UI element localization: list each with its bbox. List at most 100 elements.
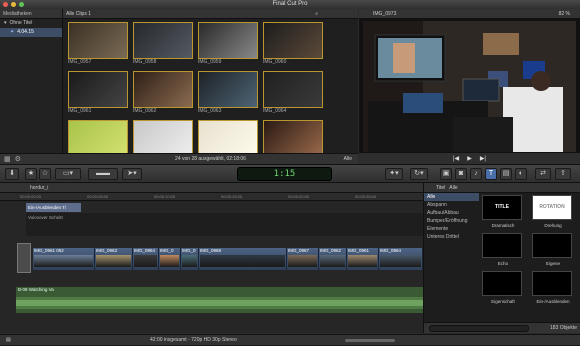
clip-thumbnail[interactable]: IMG_0958 xyxy=(133,22,193,65)
storyline-clip-thumbnail xyxy=(134,255,157,267)
clip-image xyxy=(68,120,128,157)
clip-thumbnail[interactable]: IMG_0963 xyxy=(198,71,258,114)
title-template[interactable]: Eigenschaft xyxy=(482,271,522,304)
clip-thumbnail[interactable]: IMG_0961 xyxy=(68,71,128,114)
storyline-clip[interactable]: IMG_0 xyxy=(181,248,199,270)
storyline-clip[interactable]: IMG_0963 xyxy=(95,248,133,270)
storyline-clip[interactable]: IMG_0964 xyxy=(379,248,423,270)
clip-thumbnail[interactable]: IMG_0964 xyxy=(263,71,323,114)
title-bar: Final Cut Pro xyxy=(0,0,580,9)
photos-icon[interactable]: ◙ xyxy=(455,168,467,180)
storyline-clip[interactable]: IMG_0 xyxy=(159,248,181,270)
disclosure-triangle-icon[interactable]: ▾ xyxy=(4,19,7,28)
music-icon[interactable]: ♪ xyxy=(470,168,482,180)
filmstrip-icon[interactable]: ▦ xyxy=(4,155,11,163)
search-field[interactable] xyxy=(429,325,529,332)
storyline-clip-label: IMG_0964 xyxy=(134,248,156,253)
storyline-clip-label: IMG_0962 xyxy=(320,248,342,253)
timeline-header: hordur_i xyxy=(0,183,423,193)
titles-category-item[interactable]: Aufbau/Abbau xyxy=(424,209,479,217)
titles-filter[interactable]: Alle xyxy=(449,183,457,192)
storyline-clip[interactable]: IMG_0961 062 xyxy=(33,248,95,270)
titles-category-item[interactable]: Bumper/Eröffnung xyxy=(424,217,479,225)
title-template-caption: Eigene xyxy=(545,261,560,266)
edit-mode-icon[interactable]: ▭▾ xyxy=(55,168,81,180)
title-template[interactable]: Eigene xyxy=(532,233,572,266)
clip-filter-label[interactable]: Alle Clips xyxy=(66,11,87,17)
title-template-caption: Drehung xyxy=(544,223,562,228)
gear-icon[interactable]: ⚙ xyxy=(15,155,21,163)
library-item[interactable]: ▾ Ohne Titel xyxy=(0,19,62,28)
title-template-caption: Echo xyxy=(497,261,509,266)
timeline-index-icon[interactable]: ▤ xyxy=(6,335,11,346)
next-frame-icon[interactable]: ▶| xyxy=(480,155,486,162)
title-template-text: ROTATION xyxy=(539,204,565,210)
zoom-window-button[interactable] xyxy=(19,2,24,7)
timecode-display[interactable]: 1:15 xyxy=(237,167,332,181)
share-icon[interactable]: ⇪ xyxy=(555,168,571,180)
titles-category-item[interactable]: Unteres Drittel xyxy=(424,233,479,241)
app-title: Final Cut Pro xyxy=(272,1,308,7)
title-template[interactable]: TITLE Dramatisch xyxy=(482,195,522,228)
storyline-clip[interactable]: IMG_0962 xyxy=(319,248,347,270)
effects-icon[interactable]: ▣ xyxy=(440,168,452,180)
storyline-clip[interactable]: IMG_0964 xyxy=(133,248,159,270)
clip-thumbnail[interactable]: IMG_0962 xyxy=(133,71,193,114)
play-icon[interactable]: ▶ xyxy=(467,155,472,162)
keyword-icon[interactable]: ★ xyxy=(25,168,37,180)
timeline-ruler[interactable]: 00:00:00:00 00:00:05:00 00:00:10:00 00:00:1… xyxy=(0,193,423,201)
titles-icon[interactable]: T xyxy=(485,168,497,180)
title-template[interactable]: Ein-/Ausblenden xyxy=(532,271,572,304)
enhance-icon[interactable]: ✦▾ xyxy=(385,168,403,180)
titles-category-item[interactable]: Elemente xyxy=(424,225,479,233)
audio-clip[interactable]: B-08 Watching Va xyxy=(16,287,423,313)
selection-status: 24 von 28 ausgewählt, 02:18:06 xyxy=(175,156,246,162)
connected-clip-label: Voiceover Schnitt xyxy=(28,215,63,220)
previous-frame-icon[interactable]: |◀ xyxy=(453,155,459,162)
clip-image xyxy=(198,22,258,59)
storyline-clip[interactable]: IMG_0961 xyxy=(347,248,379,270)
storyline-clip-thumbnail xyxy=(34,255,93,267)
storyline-clip-label: IMG_0967 xyxy=(288,248,310,253)
zoom-level[interactable]: 82 % xyxy=(559,9,570,18)
title-template[interactable]: Echo xyxy=(482,233,522,266)
retime-icon[interactable]: ↻▾ xyxy=(410,168,428,180)
titles-category-item[interactable]: Alle xyxy=(424,193,479,201)
import-icon[interactable]: ⬇ xyxy=(5,168,19,180)
event-item[interactable]: ✦ 4.04.15 xyxy=(0,28,62,37)
rate-icon[interactable]: ☆ xyxy=(39,168,51,180)
clip-image xyxy=(198,120,258,157)
search-icon[interactable]: ⌕ xyxy=(315,9,318,18)
zoom-slider[interactable] xyxy=(345,339,395,342)
clip-thumbnail[interactable]: IMG_0959 xyxy=(198,22,258,65)
titles-browser: Titel Alle Alle Abspann Aufbau/Abbau Bumper… xyxy=(423,183,580,333)
viewer-header: IMG_0973 82 % xyxy=(359,9,580,19)
library-header: Mediatheken xyxy=(0,9,62,19)
titles-count: 183 Objekte xyxy=(550,325,577,331)
transitions-icon[interactable]: ⇄ xyxy=(535,168,551,180)
append-clip-button[interactable]: ▬▬ xyxy=(88,168,118,180)
storyline-clip[interactable]: IMG_0968 xyxy=(199,248,287,270)
clip-name: IMG_0962 xyxy=(133,108,157,114)
clip-image xyxy=(263,71,323,108)
ruler-tick-label: 00:00:05:00 xyxy=(87,194,109,199)
primary-storyline: IMG_0961 062 IMG_0963 IMG_0964 IMG_0 IMG_0 IM… xyxy=(33,248,423,270)
select-tool-button[interactable]: ➤▾ xyxy=(122,168,142,180)
storyline-clip-thumbnail xyxy=(160,255,179,267)
minimize-window-button[interactable] xyxy=(11,2,16,7)
title-template[interactable]: ROTATION Drehung xyxy=(532,195,572,228)
generators-icon[interactable]: ▤ xyxy=(500,168,512,180)
titles-category-item[interactable]: Abspann xyxy=(424,201,479,209)
app-window: Final Cut Pro Mediatheken ▾ Ohne Titel ✦… xyxy=(0,0,580,345)
clip-thumbnail[interactable]: IMG_0957 xyxy=(68,22,128,65)
clip-image xyxy=(198,71,258,108)
storyline-clip[interactable]: IMG_0967 xyxy=(287,248,319,270)
themes-icon[interactable]: ◐ xyxy=(515,168,527,180)
connected-clip[interactable]: Voiceover Schnitt xyxy=(26,213,423,236)
title-clip[interactable]: Ein-/Ausblenden Ti xyxy=(26,203,81,212)
playhead[interactable] xyxy=(17,243,31,273)
clip-thumbnail[interactable]: IMG_0960 xyxy=(263,22,323,65)
titles-header: Titel Alle xyxy=(424,183,580,193)
ruler-tick-label: 00:00:15:00 xyxy=(221,194,243,199)
close-window-button[interactable] xyxy=(3,2,8,7)
